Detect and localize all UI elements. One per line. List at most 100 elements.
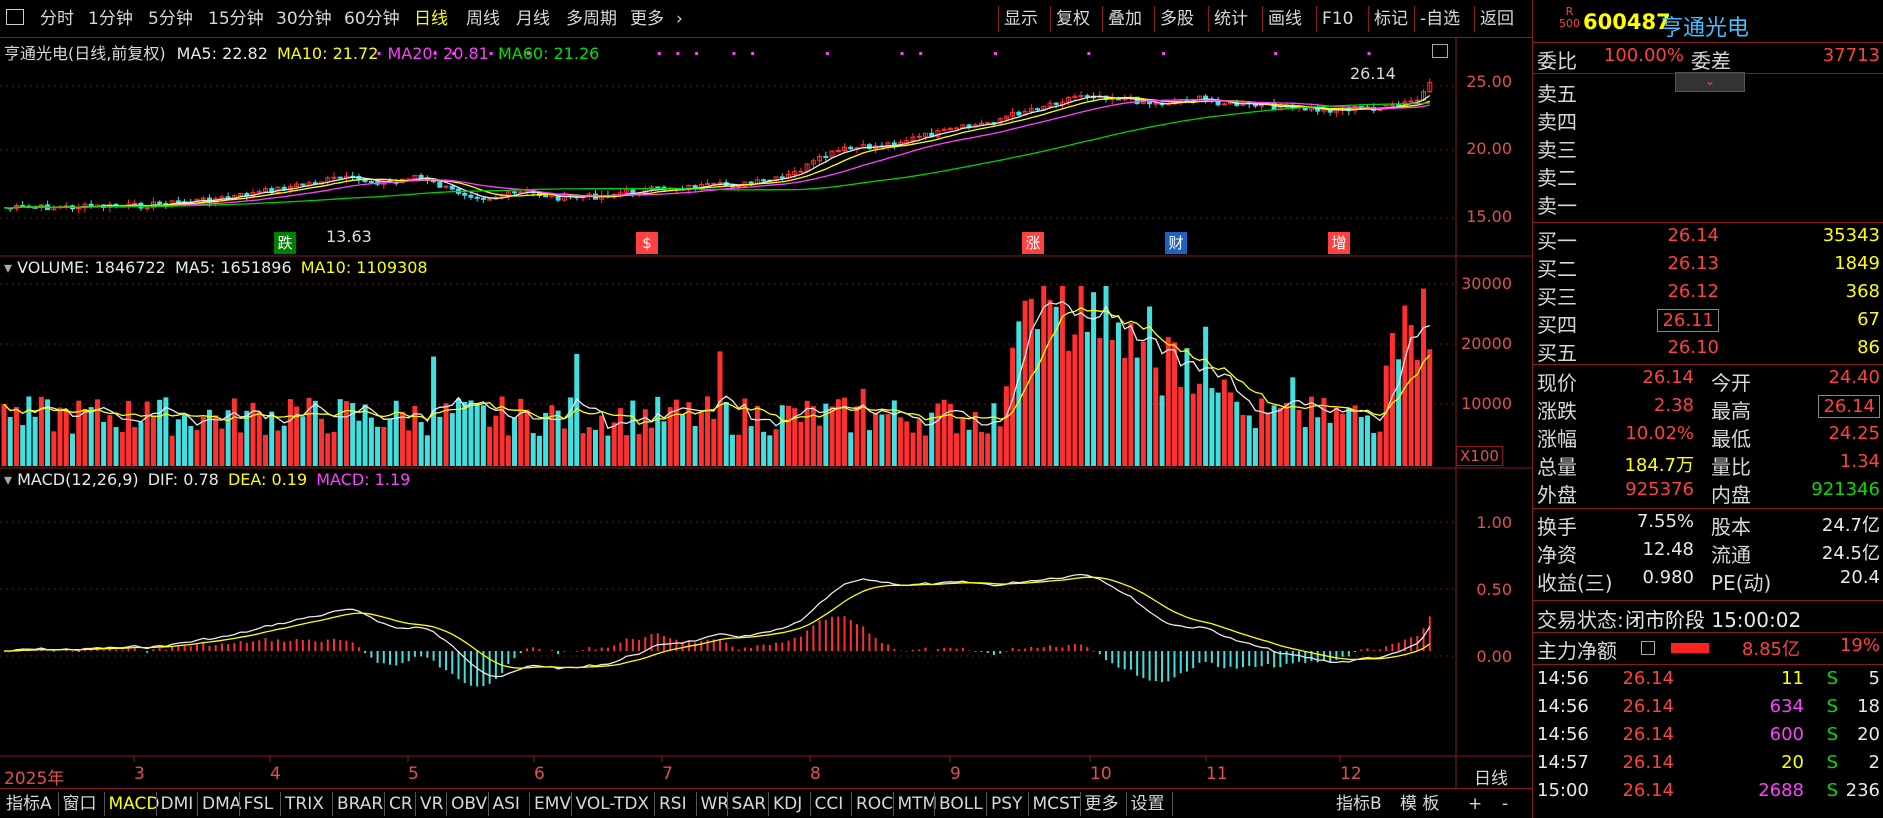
indicator-tab-21[interactable]: BOLL: [939, 793, 983, 815]
toolbar-button-9[interactable]: 返回: [1480, 6, 1514, 32]
indicator-tab-4[interactable]: DMA: [202, 793, 241, 815]
toolbar-button-8[interactable]: -自选: [1420, 6, 1460, 32]
volume-bar: [1377, 431, 1383, 466]
signal-dot: [900, 52, 904, 55]
bid-row[interactable]: 买四 26.11 67: [1533, 309, 1883, 337]
tick-price: 26.14: [1622, 696, 1674, 717]
indicator-tab-19[interactable]: ROC: [856, 793, 893, 815]
volume-bar: [866, 430, 872, 466]
period-tab-10[interactable]: 更多: [630, 7, 664, 31]
event-badge[interactable]: $: [636, 232, 658, 254]
toolbar-button-2[interactable]: 叠加: [1108, 6, 1142, 32]
indicator-tab-15[interactable]: WR: [701, 793, 730, 815]
indicator-tab-17[interactable]: KDJ: [773, 793, 802, 815]
stat-label: 今开: [1711, 371, 1751, 395]
period-tab-2[interactable]: 5分钟: [148, 7, 193, 31]
toolbar-button-5[interactable]: 画线: [1268, 6, 1302, 32]
indicator-tab-9[interactable]: VR: [420, 793, 443, 815]
indicator-tab-6[interactable]: TRIX: [285, 793, 324, 815]
period-tab-1[interactable]: 1分钟: [88, 7, 133, 31]
period-tab-8[interactable]: 月线: [516, 7, 550, 31]
indicator-tab-1[interactable]: 窗口: [63, 793, 97, 815]
indicator-tab-20[interactable]: MTM: [898, 793, 938, 815]
event-badge[interactable]: 增: [1328, 232, 1350, 254]
indicator-tab-3[interactable]: DMI: [161, 793, 194, 815]
candle-body: [835, 150, 841, 153]
event-badge[interactable]: 跌: [274, 232, 296, 254]
toolbar-button-6[interactable]: F10: [1322, 6, 1353, 32]
indicator-tab-10[interactable]: OBV: [451, 793, 487, 815]
chevron-down-icon[interactable]: ▾: [4, 470, 12, 489]
volume-bar: [692, 425, 698, 466]
toolbar-button-7[interactable]: 标记: [1374, 6, 1408, 32]
toolbar-button-0[interactable]: 显示: [1004, 6, 1038, 32]
indicator-tab-23[interactable]: MCST: [1033, 793, 1081, 815]
indicator-tab-8[interactable]: CR: [389, 793, 413, 815]
indicator-tab-25[interactable]: 设置: [1131, 793, 1165, 815]
stock-name: 亨通光电: [1661, 16, 1750, 41]
indicator-tab-22[interactable]: PSY: [991, 793, 1022, 815]
indicator-tab-5[interactable]: FSL: [244, 793, 274, 815]
volume-bar: [922, 435, 928, 466]
tick-side: S: [1826, 752, 1838, 773]
more-chevron-icon[interactable]: ›: [676, 7, 683, 31]
period-tab-0[interactable]: 分时: [40, 7, 74, 31]
bid-row[interactable]: 买二 26.13 1849: [1533, 253, 1883, 281]
volume-bar: [879, 414, 885, 466]
volume-bar: [418, 422, 424, 466]
indicator-tab-7[interactable]: BRAR: [337, 793, 383, 815]
volume-bar: [1333, 407, 1339, 466]
bid-label: 买五: [1537, 341, 1577, 365]
period-indicator[interactable]: 日线: [1474, 764, 1508, 789]
toolbar-button-3[interactable]: 多股: [1160, 6, 1194, 32]
indicator-tab-11[interactable]: ASI: [493, 793, 520, 815]
event-badge[interactable]: 财: [1165, 232, 1187, 254]
template-tab-0[interactable]: 指标B: [1336, 793, 1382, 815]
signal-dot: [1087, 52, 1091, 55]
indicator-tab-16[interactable]: SAR: [732, 793, 767, 815]
period-tab-9[interactable]: 多周期: [566, 7, 617, 31]
bid-row[interactable]: 买一 26.14 35343: [1533, 225, 1883, 253]
ask-row: 卖一: [1533, 190, 1883, 218]
period-tab-5[interactable]: 60分钟: [344, 7, 400, 31]
indicator-tab-18[interactable]: CCI: [815, 793, 844, 815]
toolbar-button-1[interactable]: 复权: [1056, 6, 1090, 32]
indicator-tab-13[interactable]: VOL-TDX: [576, 793, 650, 815]
volume-bar: [175, 419, 181, 466]
volume-bar: [1290, 377, 1296, 466]
stat-row: 总量 184.7万 量比 1.34: [1533, 451, 1883, 479]
chevron-down-icon[interactable]: ▾: [4, 258, 12, 277]
period-tab-4[interactable]: 30分钟: [276, 7, 332, 31]
price-tick: 25.00: [1466, 72, 1512, 91]
template-tab-3[interactable]: -: [1502, 793, 1508, 815]
indicator-tab-14[interactable]: RSI: [659, 793, 687, 815]
tick-side: S: [1826, 696, 1838, 717]
volume-bar: [119, 431, 125, 466]
event-badge[interactable]: 涨: [1022, 232, 1044, 254]
candle-body: [418, 174, 424, 179]
period-tab-3[interactable]: 15分钟: [208, 7, 264, 31]
chart-close-icon[interactable]: [1432, 44, 1448, 58]
toolbar-button-4[interactable]: 统计: [1214, 6, 1248, 32]
indicator-tab-0[interactable]: 指标A: [6, 793, 52, 815]
template-tab-2[interactable]: +: [1468, 793, 1482, 815]
bid-row[interactable]: 买三 26.12 368: [1533, 281, 1883, 309]
period-tab-6[interactable]: 日线: [414, 7, 448, 31]
volume-bar: [1153, 367, 1159, 466]
volume-bar: [63, 409, 69, 466]
period-tab-7[interactable]: 周线: [466, 7, 500, 31]
bid-row[interactable]: 买五 26.10 86: [1533, 337, 1883, 365]
indicator-tab-12[interactable]: EMV: [534, 793, 571, 815]
volume-bar: [611, 422, 617, 466]
menu-icon[interactable]: [6, 9, 24, 25]
stat-value: 10.02%: [1625, 423, 1694, 444]
chart-canvas[interactable]: [0, 38, 1532, 788]
volume-bar: [150, 415, 156, 466]
volume-bar: [586, 427, 592, 466]
menu-icon[interactable]: [1641, 641, 1655, 655]
template-tab-1[interactable]: 模 板: [1400, 793, 1439, 815]
volume-bar: [592, 429, 598, 466]
time-axis-label: 2025年: [4, 769, 65, 789]
indicator-tab-2[interactable]: MACD: [109, 793, 160, 815]
indicator-tab-24[interactable]: 更多: [1085, 793, 1119, 815]
